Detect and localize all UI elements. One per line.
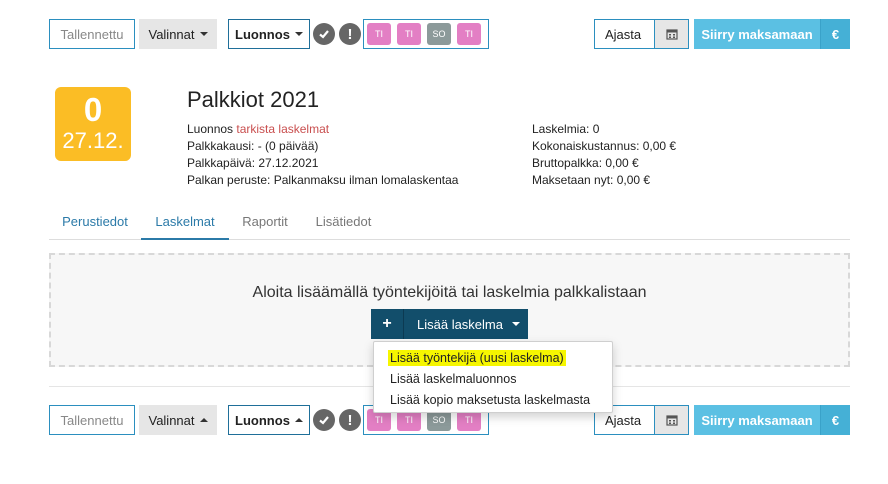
caret-down-icon (294, 32, 303, 36)
day-badges: TI TI SO TI (363, 19, 489, 49)
options-dropdown[interactable]: Valinnat (139, 19, 217, 49)
menu-item-label: Lisää työntekijä (uusi laskelma) (388, 349, 566, 366)
saved-label: Tallennettu (60, 26, 124, 42)
options-label: Valinnat (148, 412, 195, 428)
draft-label: Luonnos (235, 412, 290, 428)
add-calculation-button[interactable]: + Lisää laskelma (371, 309, 528, 339)
status-label: Luonnos (187, 122, 234, 136)
draft-label: Luonnos (235, 26, 290, 42)
draft-dropdown[interactable]: Luonnos (228, 19, 310, 49)
schedule-button[interactable]: Ajasta (594, 19, 655, 49)
badge-count: 0 (83, 91, 103, 128)
euro-button[interactable]: € (820, 19, 850, 49)
add-calculation-label: Lisää laskelma (417, 316, 503, 332)
calendar-button[interactable] (655, 405, 689, 435)
tab-basic-info[interactable]: Perustiedot (49, 206, 141, 240)
caret-up-icon (199, 418, 208, 422)
basis-text: Palkan peruste: Palkanmaksu ilman lomala… (187, 173, 459, 187)
top-toolbar: Tallennettu Valinnat Luonnos ! TI TI SO … (49, 19, 850, 49)
tab-calculations[interactable]: Laskelmat (141, 206, 229, 240)
calendar-button[interactable] (655, 19, 689, 49)
paid-now-text: Maksetaan nyt: 0,00 € (532, 173, 651, 187)
saved-label: Tallennettu (60, 412, 124, 428)
calendar-icon (665, 415, 678, 426)
options-dropdown[interactable]: Valinnat (139, 405, 217, 435)
menu-item-label: Lisää kopio maksetusta laskelmasta (390, 392, 591, 407)
add-calculation-menu: Lisää työntekijä (uusi laskelma) Lisää l… (373, 341, 613, 413)
info-left: Luonnos tarkista laskelmat Palkkakausi: … (187, 121, 458, 189)
calendar-icon (665, 29, 678, 40)
total-cost-text: Kokonaiskustannus: 0,00 € (532, 139, 677, 153)
day-badge[interactable]: TI (367, 23, 391, 45)
pay-label: Siirry maksamaan (701, 26, 813, 42)
page-title: Palkkiot 2021 (187, 87, 320, 112)
status-line: Luonnos tarkista laskelmat (187, 121, 458, 138)
caret-down-icon (199, 32, 208, 36)
badge-date: 27.12. (62, 128, 124, 153)
go-to-payment-button[interactable]: Siirry maksamaan (694, 19, 820, 49)
menu-item-add-draft[interactable]: Lisää laskelmaluonnos (374, 368, 612, 389)
euro-icon: € (831, 412, 840, 428)
caret-down-icon (512, 322, 520, 326)
warning-circle-icon[interactable]: ! (339, 23, 361, 45)
calc-count-text: Laskelmia: 0 (532, 122, 600, 136)
empty-message: Aloita lisäämällä työntekijöitä tai lask… (252, 284, 647, 301)
caret-up-icon (294, 418, 303, 422)
schedule-label: Ajasta (605, 412, 642, 428)
day-badge[interactable]: TI (397, 23, 421, 45)
info-right: Laskelmia: 0 Kokonaiskustannus: 0,00 € B… (532, 121, 676, 189)
menu-item-copy-paid[interactable]: Lisää kopio maksetusta laskelmasta (374, 389, 612, 410)
pay-label: Siirry maksamaan (701, 412, 813, 428)
warning-circle-icon[interactable]: ! (339, 409, 361, 431)
review-link[interactable]: tarkista laskelmat (236, 122, 329, 136)
day-badge[interactable]: SO (427, 23, 451, 45)
go-to-payment-button[interactable]: Siirry maksamaan (694, 405, 820, 435)
gross-text: Bruttopalkka: 0,00 € (532, 156, 639, 170)
check-circle-icon[interactable] (313, 409, 335, 431)
draft-dropdown[interactable]: Luonnos (228, 405, 310, 435)
schedule-label: Ajasta (605, 26, 642, 42)
tab-reports[interactable]: Raportit (229, 206, 301, 240)
euro-button[interactable]: € (820, 405, 850, 435)
tab-bar: Perustiedot Laskelmat Raportit Lisätiedo… (49, 206, 850, 240)
saved-button[interactable]: Tallennettu (49, 405, 135, 435)
day-badge[interactable]: TI (457, 23, 481, 45)
menu-item-label: Lisää laskelmaluonnos (390, 371, 517, 386)
saved-button[interactable]: Tallennettu (49, 19, 135, 49)
period-text: Palkkakausi: - (0 päivää) (187, 139, 319, 153)
plus-icon[interactable]: + (371, 309, 404, 339)
options-label: Valinnat (148, 26, 195, 42)
check-circle-icon[interactable] (313, 23, 335, 45)
euro-icon: € (831, 26, 840, 42)
count-badge: 0 27.12. (55, 87, 131, 161)
menu-item-add-employee[interactable]: Lisää työntekijä (uusi laskelma) (374, 347, 612, 368)
tab-additional-info[interactable]: Lisätiedot (301, 206, 386, 240)
pay-date-text: Palkkapäivä: 27.12.2021 (187, 156, 319, 170)
